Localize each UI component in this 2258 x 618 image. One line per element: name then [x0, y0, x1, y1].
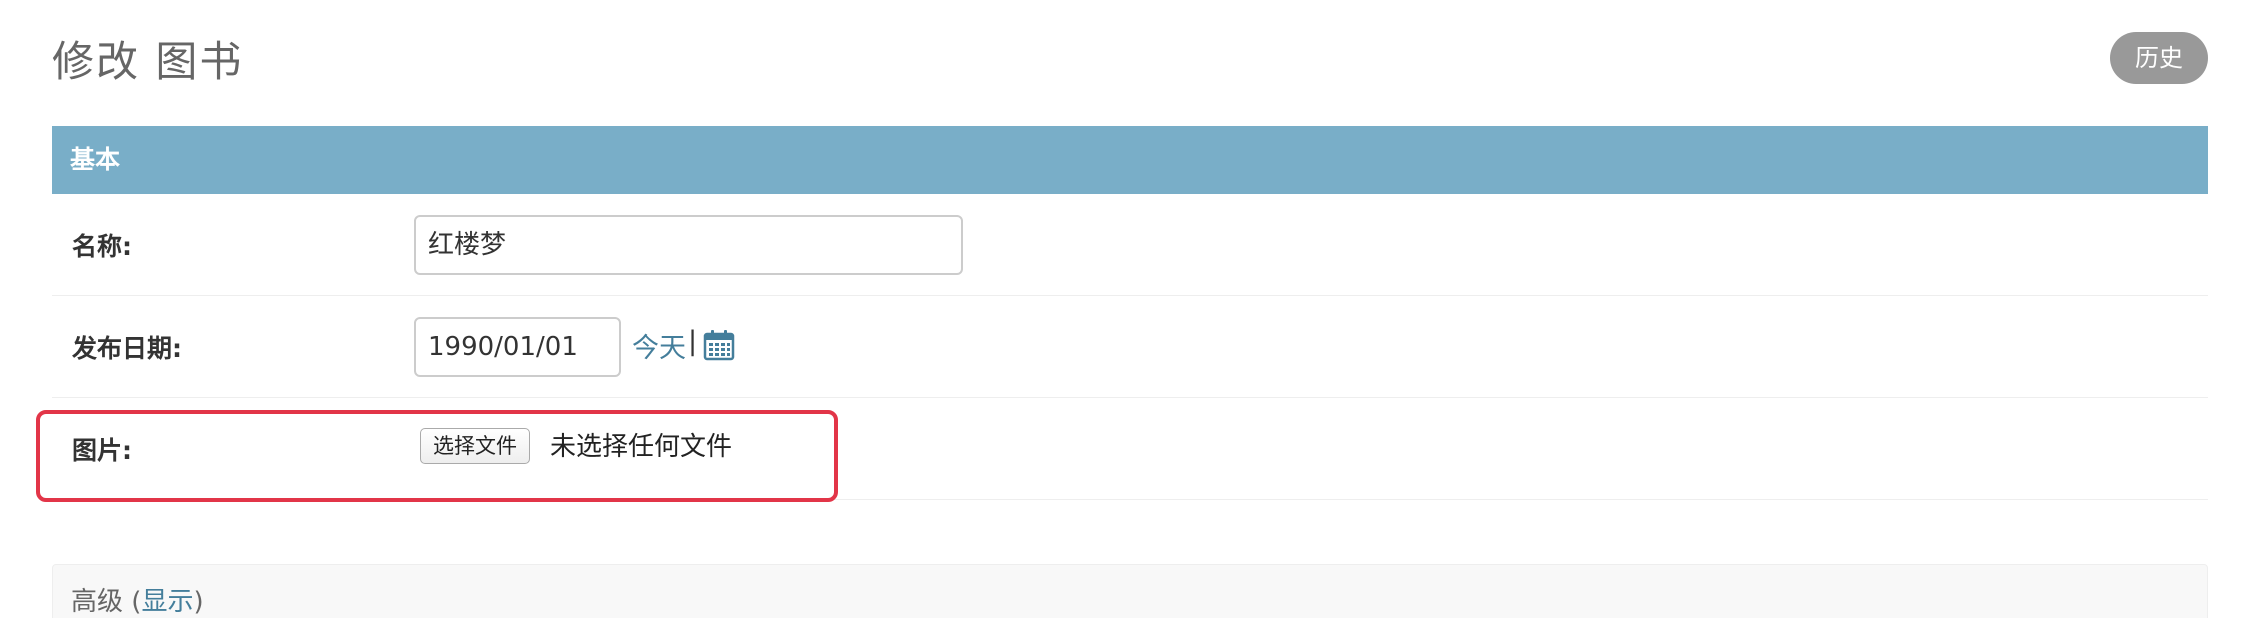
advanced-open-paren: (	[123, 587, 142, 617]
fieldset-advanced: 高级 (显示)	[52, 564, 2208, 618]
fieldset-advanced-header: 高级 (显示)	[71, 581, 204, 618]
history-button[interactable]: 历史	[2110, 32, 2208, 84]
fieldset-basic-header: 基本	[52, 126, 2208, 194]
date-shortcut-separator: |	[688, 326, 698, 357]
publish-date-input[interactable]: 1990/01/01	[414, 317, 621, 377]
file-status-text: 未选择任何文件	[550, 432, 733, 462]
today-link[interactable]: 今天	[632, 326, 686, 365]
name-label: 名称:	[72, 231, 132, 261]
image-label: 图片:	[72, 435, 132, 465]
advanced-title-text: 高级	[71, 587, 124, 617]
name-input[interactable]: 红楼梦	[414, 215, 963, 275]
page-title: 修改 图书	[52, 37, 244, 86]
advanced-show-toggle[interactable]: 显示	[141, 587, 193, 617]
form-row-image: 图片: 选择文件 未选择任何文件	[52, 398, 2208, 500]
calendar-icon[interactable]	[702, 328, 736, 362]
form-row-publish-date: 发布日期: 1990/01/01 今天 |	[52, 296, 2208, 398]
change-book-page: 修改 图书 历史 基本 名称: 红楼梦 发布日期: 1990/01/01 今天 …	[0, 0, 2258, 618]
form-row-name: 名称: 红楼梦	[52, 194, 2208, 296]
publish-date-label: 发布日期:	[72, 333, 182, 363]
choose-file-button[interactable]: 选择文件	[420, 428, 530, 464]
advanced-close-paren: )	[193, 587, 204, 617]
